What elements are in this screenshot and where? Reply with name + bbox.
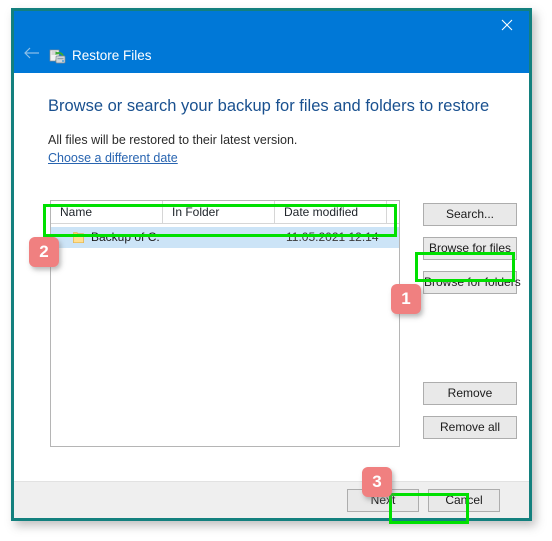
- step-badge-3: 3: [362, 467, 392, 497]
- screenshot-root: Restore Files Browse or search your back…: [0, 0, 552, 541]
- back-arrow-glyph: [24, 47, 39, 59]
- remove-button[interactable]: Remove: [423, 382, 517, 405]
- restore-files-window: Restore Files Browse or search your back…: [11, 8, 532, 521]
- page-subtext: All files will be restored to their late…: [48, 133, 298, 147]
- column-header-date-modified[interactable]: Date modified: [275, 201, 387, 223]
- table-row[interactable]: Backup of C: 11.05.2021 12:14: [51, 227, 399, 248]
- remove-all-button[interactable]: Remove all: [423, 416, 517, 439]
- dialog-footer: Next Cancel: [14, 481, 529, 518]
- browse-for-folders-button[interactable]: Browse for folders: [423, 271, 521, 294]
- step-badge-2: 2: [29, 237, 59, 267]
- close-icon[interactable]: [484, 11, 529, 41]
- step-badge-1: 1: [391, 284, 421, 314]
- window-titlebar: Restore Files: [14, 11, 529, 73]
- cancel-button[interactable]: Cancel: [428, 489, 500, 512]
- restore-files-glyph: [49, 49, 66, 64]
- column-header-filler: [387, 201, 399, 223]
- page-title: Browse or search your backup for files a…: [48, 97, 490, 115]
- browse-for-files-button[interactable]: Browse for files: [423, 237, 517, 260]
- restore-files-icon: [49, 47, 66, 64]
- choose-different-date-link[interactable]: Choose a different date: [48, 151, 178, 165]
- back-arrow-icon[interactable]: [19, 42, 45, 68]
- file-list-header: Name In Folder Date modified: [51, 201, 399, 224]
- column-header-name[interactable]: Name: [51, 201, 163, 223]
- file-list-rows: Backup of C: 11.05.2021 12:14: [51, 224, 399, 446]
- window-title: Restore Files: [72, 48, 152, 63]
- row-cell-name: Backup of C:: [91, 230, 160, 244]
- folder-icon: [73, 231, 84, 244]
- file-list[interactable]: Name In Folder Date modified Backup of C…: [50, 200, 400, 447]
- search-button[interactable]: Search...: [423, 203, 517, 226]
- close-glyph: [501, 19, 512, 31]
- folder-glyph: [73, 232, 84, 243]
- window-content: Browse or search your backup for files a…: [14, 73, 529, 518]
- column-header-in-folder[interactable]: In Folder: [163, 201, 275, 223]
- row-cell-date-modified: 11.05.2021 12:14: [286, 230, 379, 244]
